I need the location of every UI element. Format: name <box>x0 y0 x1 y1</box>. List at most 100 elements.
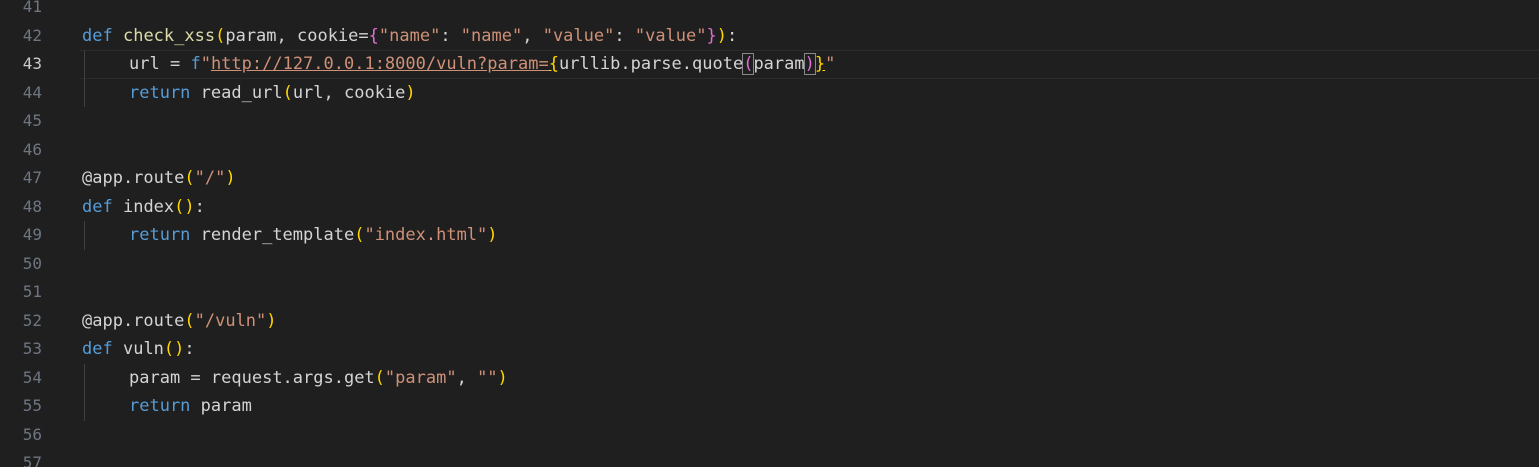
variable: param <box>200 396 252 416</box>
line-number: 53 <box>22 339 42 358</box>
code-editor[interactable]: 41 42 43 44 45 46 47 48 49 50 51 52 53 54 55 56 57 def c… <box>0 0 1539 467</box>
line-number-gutter: 41 42 43 44 45 46 47 48 49 50 51 52 53 54 55 56 57 <box>0 0 72 467</box>
code-line-49[interactable]: return render_template("index.html") <box>82 221 1539 250</box>
code-line-45[interactable] <box>82 107 1539 136</box>
indent-guide <box>84 363 85 421</box>
return-keyword: return <box>129 82 191 103</box>
punct: : <box>440 25 461 46</box>
bracket: ( <box>184 168 195 188</box>
code-line-42[interactable]: def check_xss(param, cookie={"name": "na… <box>82 22 1539 51</box>
expression: urllib.parse.quote <box>558 54 744 74</box>
operator: = <box>180 367 211 388</box>
code-line-53[interactable]: def vuln(): <box>82 335 1539 364</box>
string-quote: " <box>825 54 836 74</box>
code-line-48[interactable]: def index(): <box>82 193 1539 222</box>
punct: , <box>522 25 543 46</box>
punct: : <box>194 196 205 217</box>
function-name: index <box>122 196 175 217</box>
line-number: 56 <box>22 424 42 444</box>
string-literal: "value" <box>634 25 707 46</box>
brace: } <box>814 54 826 74</box>
brace: { <box>548 54 559 74</box>
bracket: ) <box>405 82 416 103</box>
def-keyword: def <box>82 196 113 217</box>
return-keyword: return <box>129 225 191 245</box>
code-line-51[interactable] <box>82 278 1539 307</box>
indent-guide <box>84 221 85 250</box>
bracket: ( <box>282 82 293 103</box>
decorator: @app.route <box>82 168 185 188</box>
function-call: read_url <box>200 82 283 103</box>
line-number: 57 <box>22 453 42 467</box>
line-number: 52 <box>22 310 42 330</box>
string-literal: "name" <box>460 25 523 46</box>
bracket: ) <box>497 367 508 388</box>
line-number: 50 <box>22 253 42 273</box>
punct: , <box>456 367 478 388</box>
bracket: ( <box>742 53 755 75</box>
line-number: 43 <box>22 54 42 73</box>
params: param, cookie= <box>225 25 369 46</box>
line-number: 42 <box>22 25 42 45</box>
function-call: render_template <box>200 225 355 245</box>
code-line-55[interactable]: return param <box>82 392 1539 421</box>
url-link[interactable]: http://127.0.0.1:8000/vuln?param= <box>211 54 549 74</box>
variable: param <box>129 367 181 388</box>
def-keyword: def <box>82 339 113 359</box>
code-line-52[interactable]: @app.route("/vuln") <box>82 307 1539 336</box>
string-literal: "param" <box>384 367 457 388</box>
string-literal: "/" <box>194 168 226 188</box>
code-area[interactable]: def check_xss(param, cookie={"name": "na… <box>80 0 1539 467</box>
return-keyword: return <box>129 396 191 416</box>
line-number: 48 <box>22 196 42 216</box>
bracket: ( <box>215 25 226 46</box>
code-line-43[interactable]: url = f"http://127.0.0.1:8000/vuln?param… <box>80 50 1539 79</box>
code-line-54[interactable]: param = request.args.get("param", "") <box>82 364 1539 393</box>
string-literal: "index.html" <box>364 225 488 245</box>
string-literal: "name" <box>378 25 441 46</box>
bracket: ( <box>184 310 195 331</box>
brace: } <box>706 25 717 46</box>
string-literal: "/vuln" <box>194 310 267 331</box>
string-quote: " <box>200 54 211 74</box>
bracket: ( <box>354 225 365 245</box>
bracket: () <box>163 339 185 359</box>
bracket: ) <box>803 53 816 75</box>
punct: : <box>614 25 635 46</box>
def-keyword: def <box>82 25 113 46</box>
indent-guide <box>84 50 85 107</box>
code-line-47[interactable]: @app.route("/") <box>82 164 1539 193</box>
bracket: ) <box>716 25 727 46</box>
fstring-prefix: f <box>190 54 201 74</box>
decorator: @app.route <box>82 310 185 331</box>
code-line-50[interactable] <box>82 250 1539 279</box>
code-line-44[interactable]: return read_url(url, cookie) <box>82 79 1539 108</box>
function-name: vuln <box>122 339 164 359</box>
bracket: () <box>174 196 195 217</box>
line-number: 41 <box>22 0 42 16</box>
bracket: ( <box>374 367 385 388</box>
string-literal: "" <box>477 367 498 388</box>
bracket: ) <box>487 225 498 245</box>
line-number: 55 <box>22 396 42 415</box>
brace: { <box>368 25 379 46</box>
line-number: 51 <box>22 282 42 301</box>
code-line-46[interactable] <box>82 136 1539 165</box>
code-line-56[interactable] <box>82 421 1539 450</box>
code-line-57[interactable] <box>82 449 1539 467</box>
line-number: 44 <box>22 82 42 102</box>
function-name: check_xss <box>122 25 216 46</box>
line-number: 47 <box>22 168 42 187</box>
variable: url <box>129 54 160 74</box>
operator: = <box>159 54 191 74</box>
arguments: url, cookie <box>292 82 406 103</box>
punct: : <box>727 25 738 46</box>
code-line-41[interactable] <box>82 0 1539 22</box>
line-number: 46 <box>22 139 42 159</box>
function-call: request.args.get <box>210 367 375 388</box>
bracket: ) <box>266 310 277 331</box>
line-number: 49 <box>22 225 42 244</box>
line-number: 45 <box>22 111 42 130</box>
argument: param <box>753 54 805 74</box>
punct: : <box>184 339 195 359</box>
